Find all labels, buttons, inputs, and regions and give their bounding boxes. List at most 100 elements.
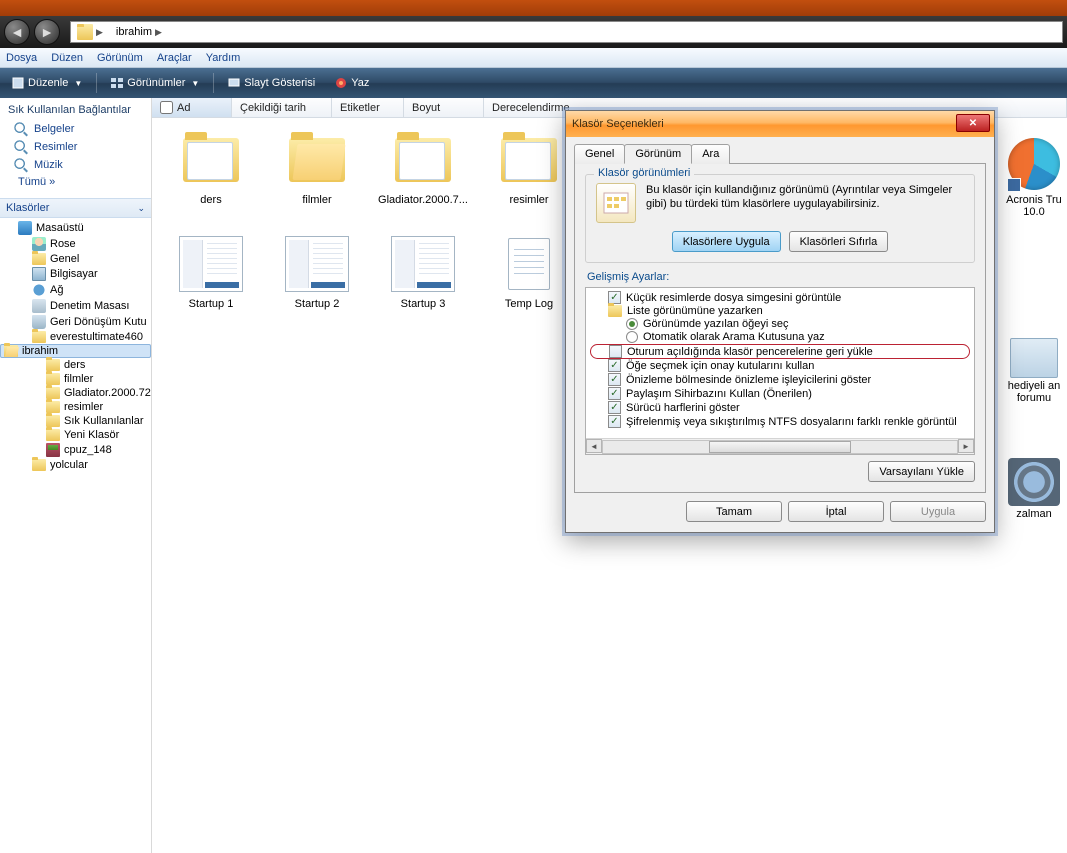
separator: [96, 73, 97, 93]
scroll-track[interactable]: [602, 440, 958, 454]
desktop-right-column: Acronis Tru 10.0 hediyeli an forumu zalm…: [1003, 98, 1067, 853]
tree-rose[interactable]: Rose: [0, 236, 151, 252]
adv-drive[interactable]: ✓Sürücü harflerini göster: [590, 401, 970, 415]
menu-tools[interactable]: Araçlar: [157, 52, 192, 64]
tree-recycle[interactable]: Geri Dönüşüm Kutu: [0, 314, 151, 330]
breadcrumb-ibrahim[interactable]: ibrahim ▶: [110, 22, 169, 42]
fav-documents[interactable]: Belgeler: [0, 120, 151, 138]
chevron-down-icon: ▼: [74, 79, 82, 88]
menu-edit[interactable]: Düzen: [51, 52, 83, 64]
item-startup3[interactable]: Startup 3: [370, 232, 476, 311]
recycle-icon: [32, 315, 46, 329]
adv-thumb[interactable]: ✓Küçük resimlerde dosya simgesini görünt…: [590, 291, 970, 305]
organize-label: Düzenle: [28, 77, 68, 89]
scroll-thumb[interactable]: [709, 441, 851, 453]
tree-everest[interactable]: everestultimate460: [0, 330, 151, 344]
desktop-item-zalman[interactable]: zalman: [1003, 458, 1065, 520]
scroll-left-icon[interactable]: ◄: [586, 439, 602, 453]
col-date[interactable]: Çekildiği tarih: [232, 98, 332, 117]
item-gladiator[interactable]: Gladiator.2000.7...: [370, 128, 476, 220]
group-description: Bu klasör için kullandığınız görünümü (A…: [646, 183, 964, 223]
item-startup1[interactable]: Startup 1: [158, 232, 264, 311]
slideshow-button[interactable]: Slayt Gösterisi: [222, 75, 321, 91]
col-name[interactable]: Ad: [152, 98, 232, 117]
tree-yeni[interactable]: Yeni Klasör: [0, 428, 151, 442]
tab-view[interactable]: Görünüm: [624, 144, 692, 164]
reset-folders-button[interactable]: Klasörleri Sıfırla: [789, 231, 889, 252]
tree-network[interactable]: Ağ: [0, 282, 151, 298]
item-filmler[interactable]: filmler: [264, 128, 370, 220]
desktop-item-gift[interactable]: hediyeli an forumu: [1003, 338, 1065, 404]
tree-gladiator[interactable]: Gladiator.2000.720: [0, 386, 151, 400]
fav-more[interactable]: Tümü »: [0, 174, 151, 190]
text-file-icon: [508, 238, 550, 290]
radio-icon: [626, 318, 638, 330]
folder-icon: [32, 331, 46, 343]
radio-icon: [626, 331, 638, 343]
tree-desktop[interactable]: Masaüstü: [0, 220, 151, 236]
fav-music[interactable]: Müzik: [0, 156, 151, 174]
folders-heading[interactable]: Klasörler ⌄: [0, 198, 151, 218]
burn-button[interactable]: Yaz: [329, 75, 375, 91]
tree-control[interactable]: Denetim Masası: [0, 298, 151, 314]
tree-resimler[interactable]: resimler: [0, 400, 151, 414]
tree-yolcular[interactable]: yolcular: [0, 458, 151, 472]
tab-general[interactable]: Genel: [574, 144, 625, 164]
back-button[interactable]: ◄: [4, 19, 30, 45]
select-all-checkbox[interactable]: [160, 101, 173, 114]
dialog-footer: Tamam İptal Uygula: [574, 493, 986, 524]
item-startup2[interactable]: Startup 2: [264, 232, 370, 311]
adv-radio-select[interactable]: Görünümde yazılan öğeyi seç: [590, 318, 970, 331]
apply-folders-button[interactable]: Klasörlere Uygula: [672, 231, 781, 252]
archive-icon: [46, 443, 60, 457]
user-icon: [32, 237, 46, 251]
tab-page-view: Klasör görünümleri Bu klasör için kullan…: [574, 164, 986, 493]
separator: [213, 73, 214, 93]
checkbox-icon: ✓: [608, 387, 621, 400]
adv-ntfs[interactable]: ✓Şifrelenmiş veya sıkıştırılmış NTFS dos…: [590, 415, 970, 429]
dialog-title: Klasör Seçenekleri: [572, 118, 664, 130]
dialog-titlebar[interactable]: Klasör Seçenekleri ✕: [566, 111, 994, 137]
tree-cpuz[interactable]: cpuz_148: [0, 442, 151, 458]
tree-computer[interactable]: Bilgisayar: [0, 266, 151, 282]
tree-ibrahim[interactable]: ibrahim: [0, 344, 151, 358]
apply-button[interactable]: Uygula: [890, 501, 986, 522]
gift-icon: [1010, 338, 1058, 378]
scroll-right-icon[interactable]: ►: [958, 439, 974, 453]
breadcrumb-root[interactable]: ▶: [71, 22, 110, 42]
tree-sik[interactable]: Sık Kullanılanlar: [0, 414, 151, 428]
favorites-heading: Sık Kullanılan Bağlantılar: [0, 98, 151, 120]
tree-filmler[interactable]: filmler: [0, 372, 151, 386]
organize-button[interactable]: Düzenle ▼: [6, 75, 88, 91]
ok-button[interactable]: Tamam: [686, 501, 782, 522]
tab-search[interactable]: Ara: [691, 144, 730, 164]
advanced-settings-tree[interactable]: ✓Küçük resimlerde dosya simgesini görünt…: [585, 287, 975, 455]
desktop-item-acronis[interactable]: Acronis Tru 10.0: [1003, 138, 1065, 218]
checkbox-icon: ✓: [608, 359, 621, 372]
adv-sharing[interactable]: ✓Paylaşım Sihirbazını Kullan (Önerilen): [590, 387, 970, 401]
tree-public[interactable]: Genel: [0, 252, 151, 266]
adv-preview[interactable]: ✓Önizleme bölmesinde önizleme işleyicile…: [590, 373, 970, 387]
chevron-down-icon: ▼: [191, 79, 199, 88]
cancel-button[interactable]: İptal: [788, 501, 884, 522]
adv-radio-search[interactable]: Otomatik olarak Arama Kutusuna yaz: [590, 331, 970, 344]
item-ders[interactable]: ders: [158, 128, 264, 220]
breadcrumb[interactable]: ▶ ibrahim ▶: [70, 21, 1063, 43]
menu-help[interactable]: Yardım: [206, 52, 241, 64]
menu-file[interactable]: Dosya: [6, 52, 37, 64]
adv-restore-windows[interactable]: Oturum açıldığında klasör pencerelerine …: [590, 344, 970, 359]
folder-open-icon: [4, 345, 18, 357]
restore-defaults-button[interactable]: Varsayılanı Yükle: [868, 461, 975, 482]
close-button[interactable]: ✕: [956, 114, 990, 132]
adv-checkboxes[interactable]: ✓Öğe seçmek için onay kutularını kullan: [590, 359, 970, 373]
slideshow-icon: [228, 77, 240, 89]
col-tags[interactable]: Etiketler: [332, 98, 404, 117]
checkbox-icon: ✓: [608, 373, 621, 386]
tree-ders[interactable]: ders: [0, 358, 151, 372]
views-button[interactable]: Görünümler ▼: [105, 75, 205, 91]
col-size[interactable]: Boyut: [404, 98, 484, 117]
fav-pictures[interactable]: Resimler: [0, 138, 151, 156]
menu-view[interactable]: Görünüm: [97, 52, 143, 64]
forward-button[interactable]: ►: [34, 19, 60, 45]
horizontal-scrollbar[interactable]: ◄ ►: [586, 438, 974, 454]
